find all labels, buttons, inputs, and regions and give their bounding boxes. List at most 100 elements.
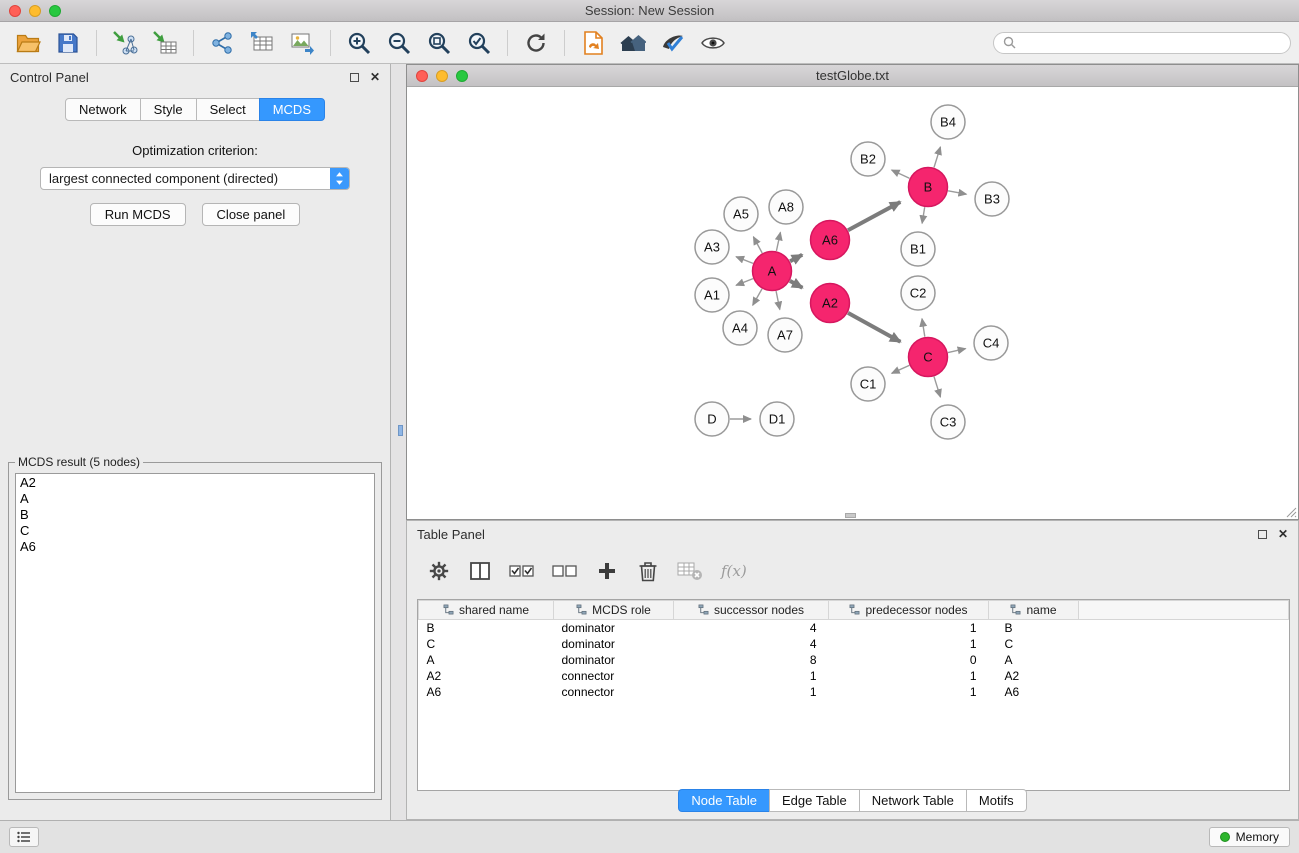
tab-network[interactable]: Network [65, 98, 141, 121]
edge-A-A1[interactable] [736, 279, 753, 286]
node-B2[interactable]: B2 [851, 142, 885, 176]
edge-C-C3[interactable] [934, 377, 940, 398]
run-mcds-button[interactable]: Run MCDS [90, 203, 186, 226]
memory-button[interactable]: Memory [1209, 827, 1290, 847]
import-table-button[interactable] [145, 26, 185, 60]
search-field[interactable] [993, 32, 1291, 54]
column-header-shared-name[interactable]: shared name [419, 601, 554, 620]
zoom-selected-button[interactable] [459, 26, 499, 60]
zoom-out-button[interactable] [379, 26, 419, 60]
open-session-button[interactable] [8, 26, 48, 60]
float-table-panel-icon[interactable] [1258, 530, 1267, 539]
table-row[interactable]: Bdominator41B [419, 620, 1289, 636]
cell-mcds-role[interactable]: connector [554, 668, 674, 684]
mcds-result-item[interactable]: C [20, 523, 370, 539]
show-panel-menu-button[interactable] [9, 827, 39, 847]
close-table-panel-icon[interactable]: ✕ [1278, 528, 1288, 540]
node-A2[interactable]: A2 [811, 284, 850, 323]
close-window-button[interactable] [9, 5, 21, 17]
cell-shared-name[interactable]: A6 [419, 684, 554, 700]
cell-name[interactable]: A [989, 652, 1079, 668]
table-row[interactable]: A2connector11A2 [419, 668, 1289, 684]
cell-mcds-role[interactable]: dominator [554, 620, 674, 636]
edge-A6-B[interactable] [848, 202, 900, 230]
column-header-successor-nodes[interactable]: successor nodes [674, 601, 829, 620]
close-network-window-button[interactable] [416, 70, 428, 82]
show-details-button[interactable] [693, 26, 733, 60]
save-session-button[interactable] [48, 26, 88, 60]
node-C[interactable]: C [909, 338, 948, 377]
new-table-button[interactable] [242, 26, 282, 60]
validate-button[interactable] [653, 26, 693, 60]
cell-name[interactable]: A6 [989, 684, 1079, 700]
node-A[interactable]: A [753, 252, 792, 291]
export-image-button[interactable] [282, 26, 322, 60]
mcds-result-item[interactable]: A2 [20, 475, 370, 491]
minimize-window-button[interactable] [29, 5, 41, 17]
close-mcds-panel-button[interactable]: Close panel [202, 203, 301, 226]
table-row[interactable]: Cdominator41C [419, 636, 1289, 652]
node-A3[interactable]: A3 [695, 230, 729, 264]
edge-B-B4[interactable] [934, 147, 940, 168]
mcds-result-item[interactable]: A6 [20, 539, 370, 555]
table-row[interactable]: A6connector11A6 [419, 684, 1289, 700]
node-B1[interactable]: B1 [901, 232, 935, 266]
edge-A-A8[interactable] [776, 232, 780, 251]
search-input[interactable] [1021, 36, 1281, 50]
node-A1[interactable]: A1 [695, 278, 729, 312]
cell-mcds-role[interactable]: dominator [554, 652, 674, 668]
edge-C-C2[interactable] [922, 319, 925, 337]
node-B[interactable]: B [909, 168, 948, 207]
cell-successor-nodes[interactable]: 1 [674, 668, 829, 684]
edge-A-A2[interactable] [790, 281, 803, 288]
cell-successor-nodes[interactable]: 8 [674, 652, 829, 668]
resize-grip-icon[interactable] [1285, 506, 1297, 518]
horizontal-splitter-handle[interactable] [845, 513, 856, 518]
node-C3[interactable]: C3 [931, 405, 965, 439]
zoom-window-button[interactable] [49, 5, 61, 17]
edge-A-A7[interactable] [776, 291, 780, 309]
edge-C-C1[interactable] [892, 365, 910, 373]
cell-name[interactable]: B [989, 620, 1079, 636]
cell-shared-name[interactable]: C [419, 636, 554, 652]
node-A5[interactable]: A5 [724, 197, 758, 231]
table-row[interactable]: Adominator80A [419, 652, 1289, 668]
mcds-result-item[interactable]: A [20, 491, 370, 507]
apply-layout-button[interactable] [573, 26, 613, 60]
column-header-predecessor-nodes[interactable]: predecessor nodes [829, 601, 989, 620]
column-header-name[interactable]: name [989, 601, 1079, 620]
deselect-all-button[interactable] [552, 557, 578, 585]
network-canvas[interactable]: B4B2BB3A5A8A6B1A3AA1C2A2A4A7C4CC1C3DD1 [407, 88, 1298, 519]
cell-predecessor-nodes[interactable]: 1 [829, 636, 989, 652]
cell-predecessor-nodes[interactable]: 1 [829, 684, 989, 700]
edge-A-A3[interactable] [736, 257, 753, 264]
tab-network-table[interactable]: Network Table [859, 789, 967, 812]
tab-motifs[interactable]: Motifs [966, 789, 1027, 812]
node-A6[interactable]: A6 [811, 221, 850, 260]
edge-B-B3[interactable] [948, 191, 966, 194]
edge-B-B1[interactable] [922, 207, 925, 223]
tab-select[interactable]: Select [196, 98, 260, 121]
node-B3[interactable]: B3 [975, 182, 1009, 216]
node-C1[interactable]: C1 [851, 367, 885, 401]
node-C2[interactable]: C2 [901, 276, 935, 310]
column-selector-button[interactable] [468, 557, 492, 585]
cell-name[interactable]: A2 [989, 668, 1079, 684]
zoom-fit-button[interactable] [419, 26, 459, 60]
mcds-result-list[interactable]: A2ABCA6 [15, 473, 375, 793]
settings-gear-button[interactable] [427, 557, 451, 585]
edge-A2-C[interactable] [848, 313, 900, 342]
tab-style[interactable]: Style [140, 98, 197, 121]
edge-C-C4[interactable] [948, 349, 966, 353]
node-D1[interactable]: D1 [760, 402, 794, 436]
criterion-dropdown[interactable]: largest connected component (directed) [40, 167, 350, 190]
delete-row-button[interactable] [636, 557, 660, 585]
cell-successor-nodes[interactable]: 4 [674, 636, 829, 652]
tab-mcds[interactable]: MCDS [259, 98, 325, 121]
add-row-button[interactable] [595, 557, 619, 585]
edge-B-B2[interactable] [892, 170, 910, 178]
function-builder-button[interactable]: f(x) [720, 557, 754, 585]
delete-table-button[interactable] [677, 557, 703, 585]
node-B4[interactable]: B4 [931, 105, 965, 139]
cell-predecessor-nodes[interactable]: 0 [829, 652, 989, 668]
